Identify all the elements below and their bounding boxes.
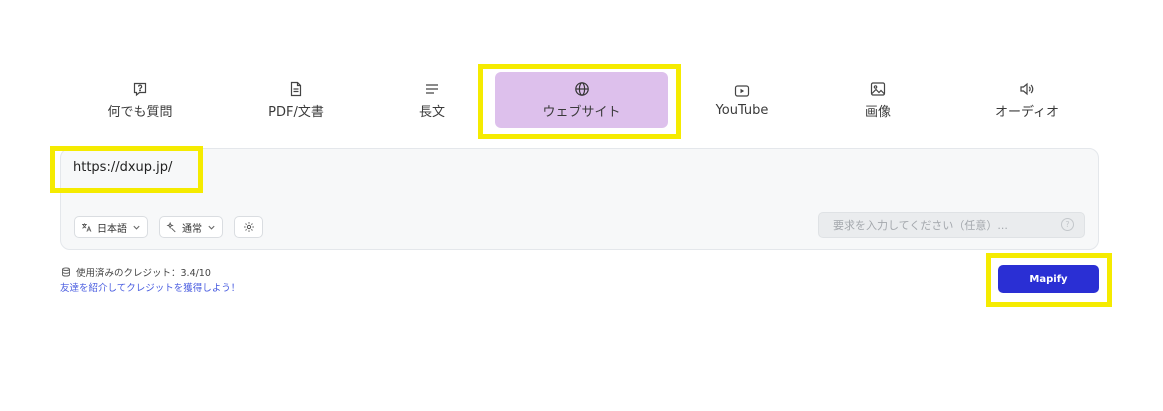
sparkle-wand-icon <box>166 221 176 232</box>
image-icon <box>870 81 886 96</box>
tab-long-text[interactable]: 長文 <box>382 72 482 128</box>
credits-usage: 使用済みのクレジット：3.4/10 <box>61 265 211 279</box>
url-input[interactable]: https://dxup.jp/ <box>73 160 172 175</box>
referral-link[interactable]: 友達を紹介してクレジットを獲得しよう！ <box>60 280 240 294</box>
mapify-button[interactable]: Mapify <box>998 265 1099 293</box>
prompt-input[interactable] <box>818 212 1085 238</box>
chevron-down-icon <box>208 225 215 230</box>
tab-label: 画像 <box>864 104 891 120</box>
settings-button[interactable] <box>234 216 263 238</box>
youtube-play-icon <box>734 84 750 97</box>
document-icon <box>290 81 302 96</box>
tab-label: ウェブサイト <box>542 104 621 120</box>
credits-text: 使用済みのクレジット：3.4/10 <box>76 268 211 279</box>
gear-icon <box>243 222 254 232</box>
tab-youtube[interactable]: YouTube <box>692 72 792 128</box>
chevron-down-icon <box>133 225 140 230</box>
language-select[interactable]: 日本語 <box>74 216 148 238</box>
tab-website[interactable]: ウェブサイト <box>495 72 668 128</box>
message-question-icon <box>133 82 147 96</box>
tab-label: 何でも質問 <box>107 104 173 120</box>
tab-audio[interactable]: オーディオ <box>977 72 1077 128</box>
tab-image[interactable]: 画像 <box>828 72 928 128</box>
speaker-icon <box>1020 82 1034 95</box>
tab-label: オーディオ <box>994 104 1060 120</box>
mode-label: 通常 <box>182 223 202 235</box>
tab-label: PDF/文書 <box>268 104 324 120</box>
source-tabs: 何でも質問 PDF/文書 長文 ウェブサイト YouTube 画像 オーディオ <box>60 72 1100 128</box>
tab-ask-anything[interactable]: 何でも質問 <box>90 72 190 128</box>
text-lines-icon <box>426 83 438 94</box>
tab-label: 長文 <box>418 104 445 120</box>
language-label: 日本語 <box>97 223 127 235</box>
translate-icon <box>82 222 92 232</box>
tab-label: YouTube <box>715 102 769 118</box>
tab-pdf-document[interactable]: PDF/文書 <box>246 72 346 128</box>
mode-select[interactable]: 通常 <box>159 216 223 238</box>
database-icon <box>62 267 70 277</box>
help-icon[interactable]: ? <box>1061 218 1074 231</box>
globe-icon <box>574 81 589 96</box>
